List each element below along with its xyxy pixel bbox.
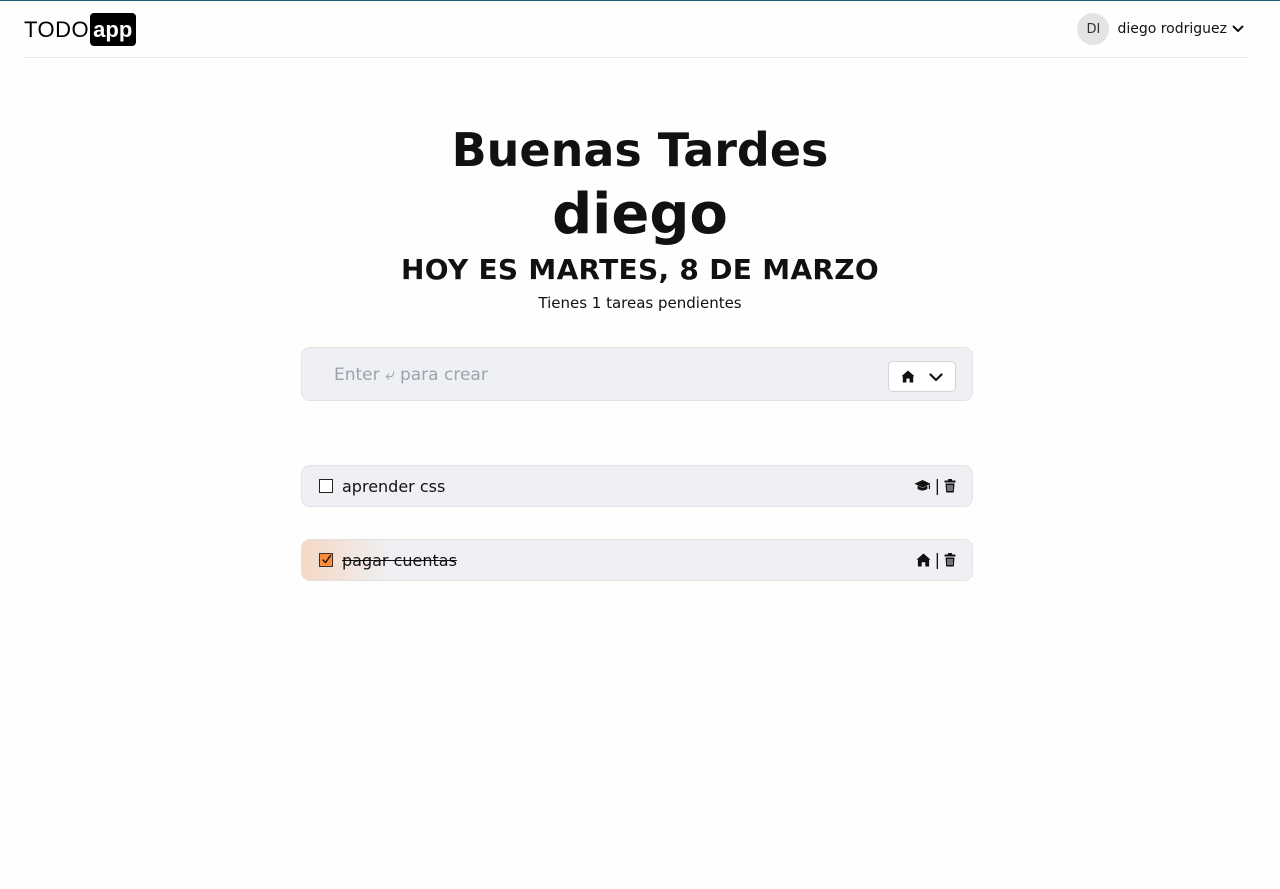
home-icon bbox=[901, 370, 915, 383]
task-item: aprender css | bbox=[301, 465, 973, 507]
navbar: TODO app DI diego rodriguez bbox=[24, 1, 1249, 58]
user-name: diego rodriguez bbox=[1117, 21, 1227, 37]
user-menu[interactable]: DI diego rodriguez bbox=[1077, 13, 1244, 45]
task-label: pagar cuentas bbox=[342, 550, 457, 570]
task-label: aprender css bbox=[342, 476, 446, 496]
task-checkbox[interactable] bbox=[319, 553, 333, 567]
create-task-box bbox=[301, 347, 973, 401]
app-logo[interactable]: TODO app bbox=[24, 13, 137, 46]
create-task-input[interactable] bbox=[322, 356, 882, 394]
graduation-cap-icon bbox=[914, 479, 931, 493]
home-icon bbox=[916, 553, 931, 567]
logo-badge: app bbox=[90, 13, 137, 46]
avatar: DI bbox=[1077, 13, 1110, 45]
trash-icon[interactable] bbox=[944, 479, 956, 493]
pending-count: Tienes 1 tareas pendientes bbox=[538, 294, 742, 312]
task-item: pagar cuentas | bbox=[301, 539, 973, 581]
category-select[interactable] bbox=[888, 361, 956, 392]
greeting: Buenas Tardes bbox=[451, 123, 829, 177]
trash-icon[interactable] bbox=[944, 553, 956, 567]
greeting-username: diego bbox=[552, 182, 728, 247]
current-date: HOY ES MARTES, 8 DE MARZO bbox=[401, 253, 879, 286]
separator: | bbox=[934, 476, 940, 495]
separator: | bbox=[934, 550, 940, 569]
task-checkbox[interactable] bbox=[319, 479, 333, 493]
chevron-down-icon bbox=[1232, 23, 1244, 35]
chevron-down-icon bbox=[929, 372, 943, 382]
logo-text: TODO bbox=[24, 16, 90, 42]
